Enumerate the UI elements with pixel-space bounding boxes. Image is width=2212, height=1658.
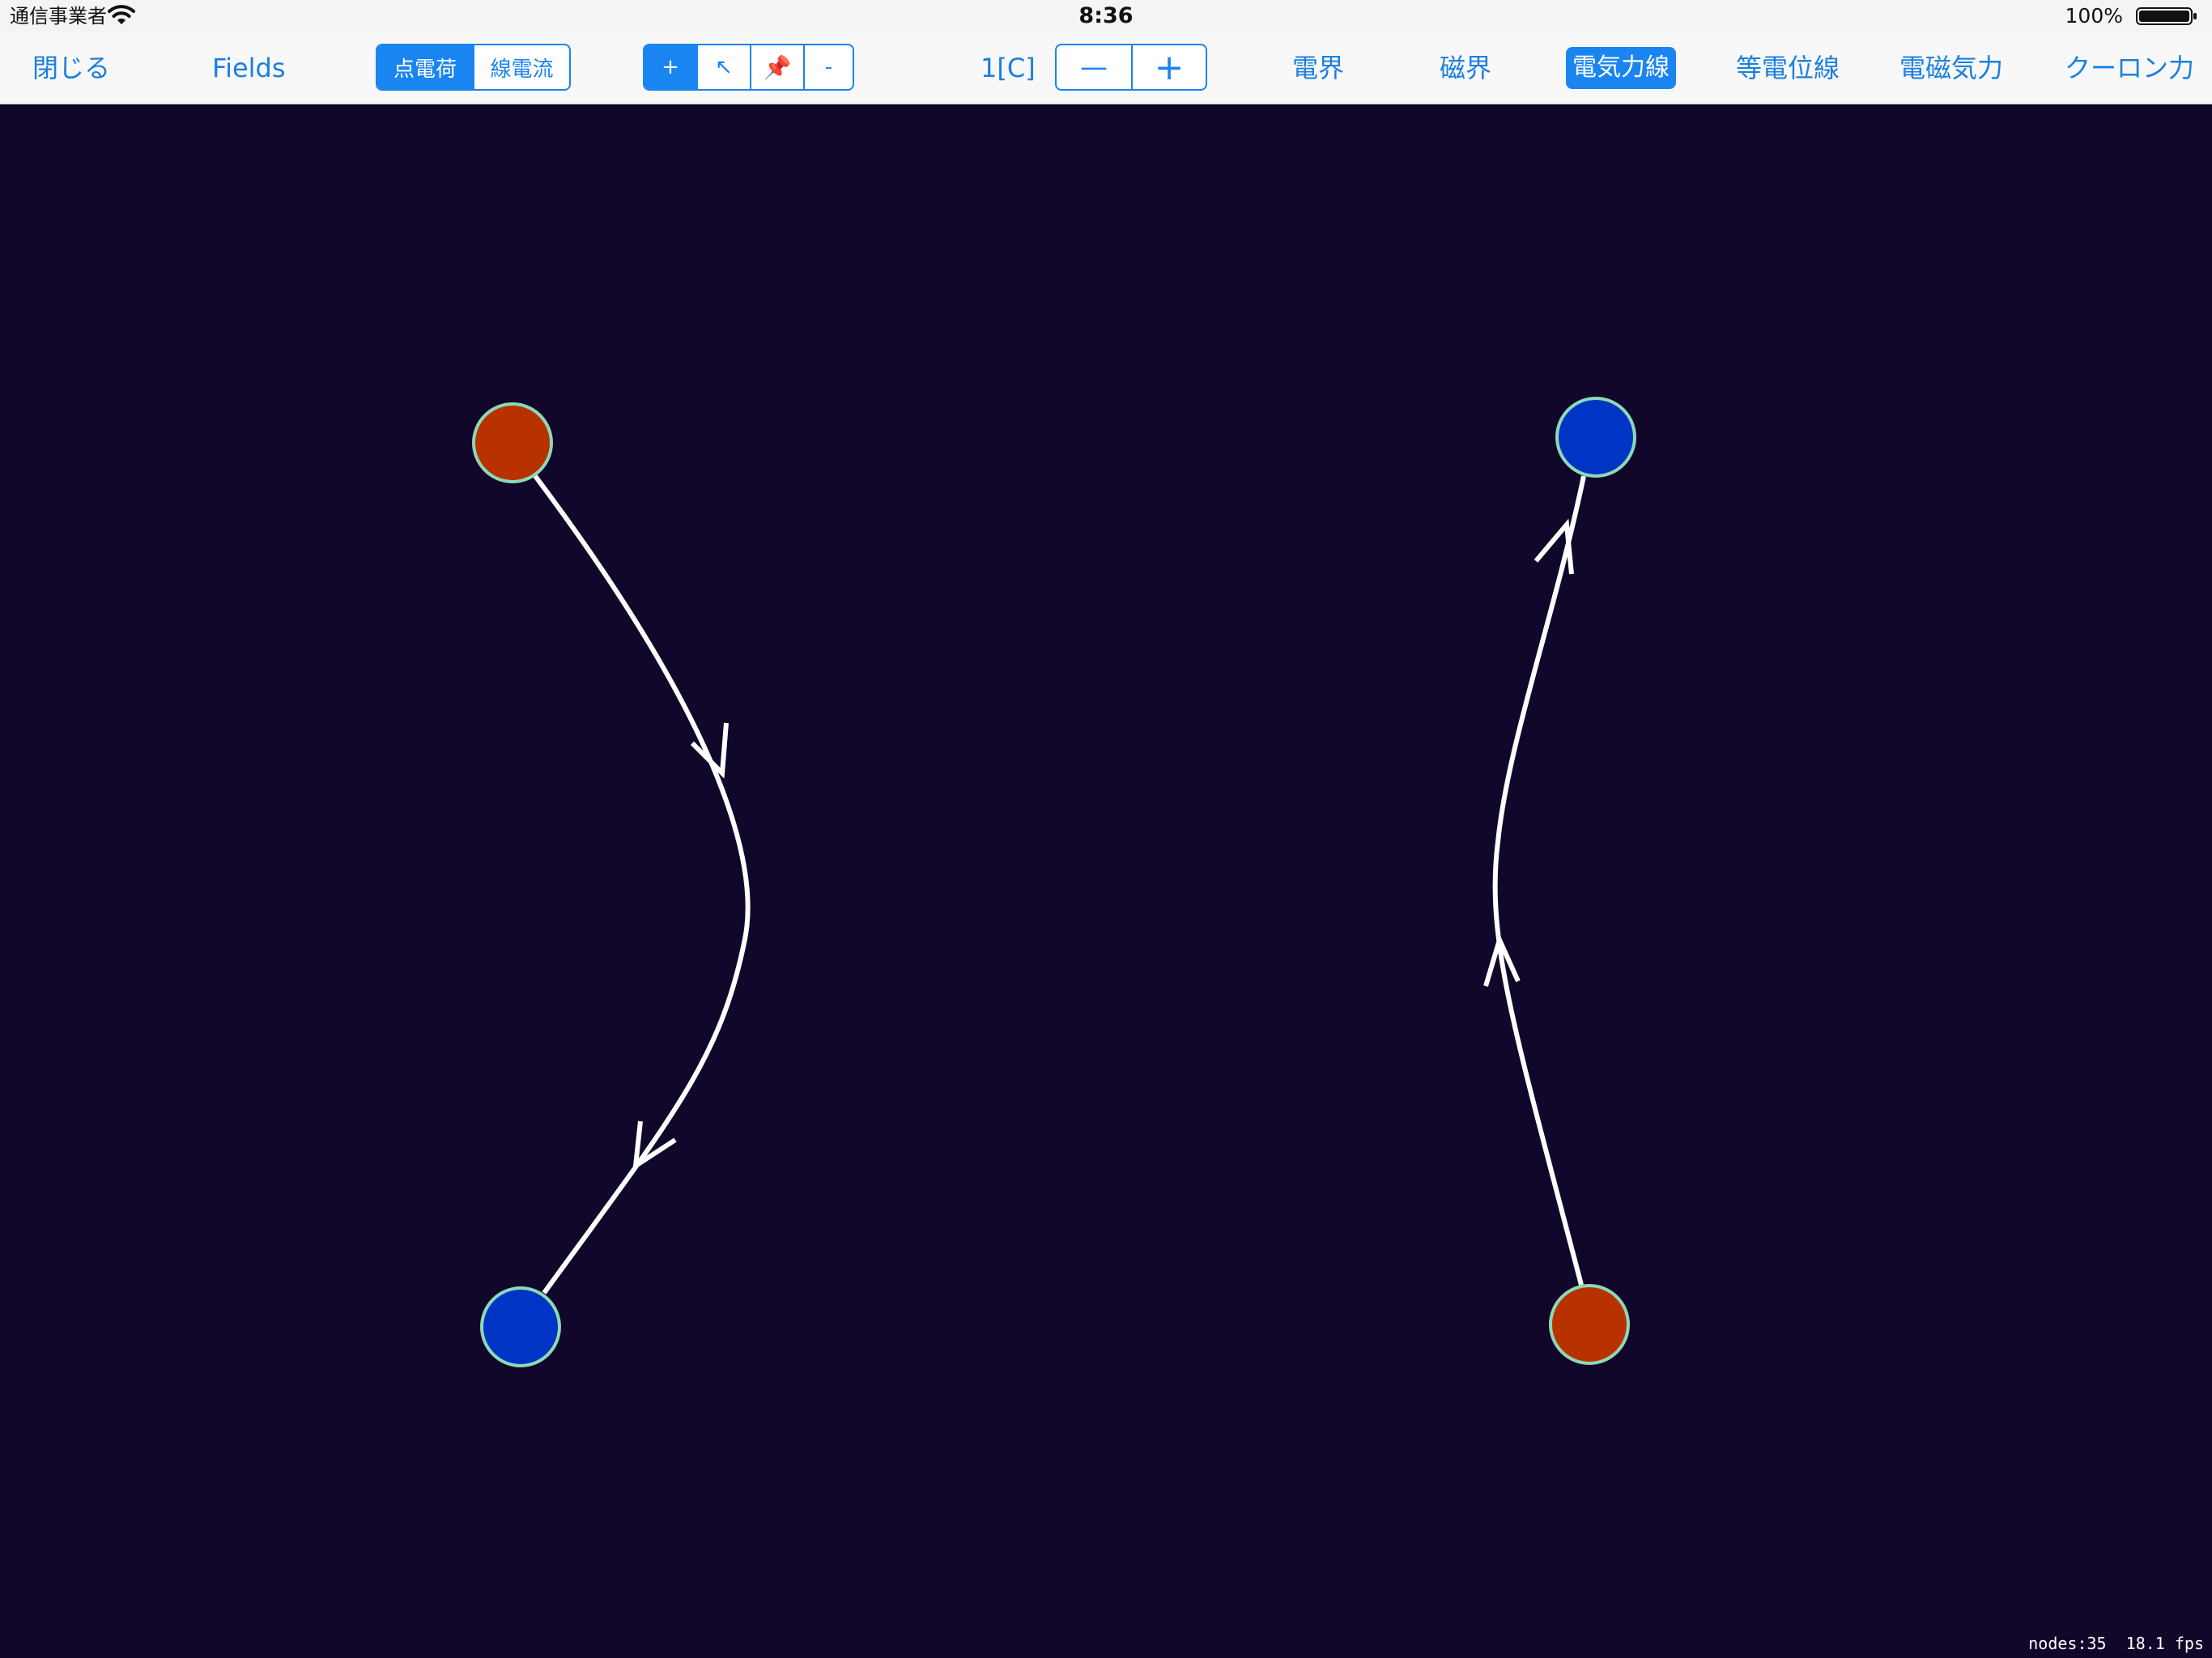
debug-readout: nodes:35 18.1 fps [2028, 1634, 2204, 1653]
electromagnetic-force-button[interactable]: 電磁気力 [1899, 32, 2003, 104]
pin-icon[interactable]: 📌 [750, 45, 803, 89]
field-line-left-path [533, 474, 751, 1295]
charge-value-label: 1[C] [981, 53, 1036, 83]
remove-charge-tool[interactable]: - [803, 45, 853, 89]
simulation-canvas[interactable] [0, 104, 2212, 1658]
negative-charge[interactable] [1555, 397, 1636, 478]
equipotential-lines-button[interactable]: 等電位線 [1736, 32, 1840, 104]
battery-percentage: 100% [2065, 4, 2123, 28]
negative-charge[interactable] [480, 1286, 561, 1367]
clock: 8:36 [1078, 3, 1134, 28]
field-line-left [533, 474, 751, 1295]
coulomb-force-button[interactable]: クーロン力 [2065, 32, 2194, 104]
segment-line-current[interactable]: 線電流 [473, 45, 569, 89]
field-line-right-path [1492, 475, 1586, 1286]
electric-field-button[interactable]: 電界 [1292, 32, 1344, 104]
node-count: nodes:35 [2028, 1634, 2107, 1653]
fields-button[interactable]: Fields [212, 32, 286, 104]
tool-segmented-control: + ↖ 📌 - [643, 44, 854, 91]
charge-stepper: — + [1055, 44, 1207, 91]
increment-button[interactable]: + [1131, 45, 1206, 89]
add-charge-tool[interactable]: + [644, 45, 696, 89]
close-button[interactable]: 閉じる [32, 32, 110, 104]
field-line-right [1483, 475, 1586, 1286]
segment-point-charge[interactable]: 点電荷 [377, 45, 473, 89]
electric-field-lines-button[interactable]: 電気力線 [1566, 47, 1676, 89]
positive-charge[interactable] [1549, 1284, 1630, 1365]
battery-icon [2136, 7, 2197, 25]
toolbar: 閉じる Fields 点電荷 線電流 + ↖ 📌 - 1[C] — + 電界 磁… [0, 32, 2212, 104]
field-line-arrowhead [632, 1120, 677, 1171]
decrement-button[interactable]: — [1057, 45, 1131, 89]
status-bar: 通信事業者 8:36 100% [0, 0, 2212, 32]
select-pointer-tool[interactable]: ↖ [696, 45, 750, 89]
magnetic-field-button[interactable]: 磁界 [1440, 32, 1491, 104]
positive-charge[interactable] [472, 402, 553, 483]
mode-segmented-control: 点電荷 線電流 [376, 44, 571, 91]
fps-counter: 18.1 fps [2125, 1634, 2204, 1653]
